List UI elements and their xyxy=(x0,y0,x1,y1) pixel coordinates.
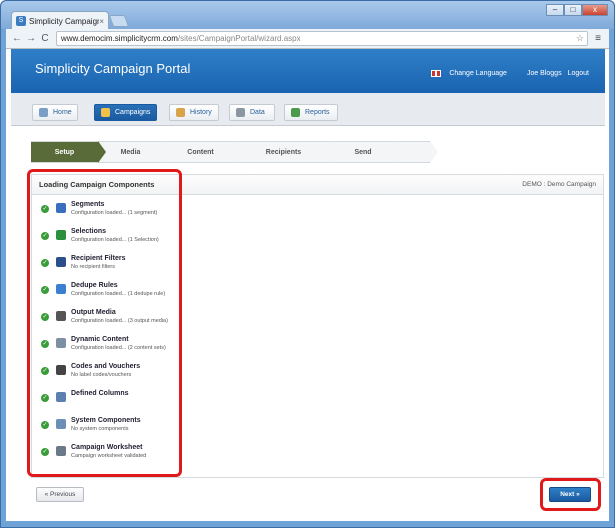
nav-tab-reports[interactable]: Reports xyxy=(284,104,338,121)
previous-button[interactable]: « Previous xyxy=(36,487,84,502)
new-tab-button[interactable] xyxy=(108,15,130,27)
home-icon xyxy=(39,108,48,117)
browser-toolbar: ← → C www.democim.simplicitycrm.com /sit… xyxy=(6,29,609,49)
app-header: Simplicity Campaign Portal Change Langua… xyxy=(11,49,605,93)
reports-icon xyxy=(291,108,300,117)
maximize-button[interactable]: □ xyxy=(564,4,582,16)
close-button[interactable]: x xyxy=(582,4,608,16)
browser-menu-icon[interactable]: ≡ xyxy=(591,33,605,44)
logout-link[interactable]: Logout xyxy=(568,70,589,77)
bookmark-star-icon[interactable]: ☆ xyxy=(576,33,584,44)
user-name[interactable]: Joe Bloggs xyxy=(527,70,562,77)
step-recipients[interactable]: Recipients xyxy=(238,141,337,163)
history-icon xyxy=(176,108,185,117)
nav-tab-data[interactable]: Data xyxy=(229,104,275,121)
header-links: Change Language Joe Bloggs Logout xyxy=(431,70,589,77)
url-path: /sites/CampaignPortal/wizard.aspx xyxy=(177,34,301,43)
uk-flag-icon xyxy=(431,70,442,77)
campaign-context: DEMO : Demo Campaign xyxy=(522,181,596,188)
step-media[interactable]: Media xyxy=(98,141,171,163)
campaigns-icon xyxy=(101,108,110,117)
step-setup[interactable]: Setup xyxy=(31,141,106,163)
favicon-icon: S xyxy=(16,16,26,26)
component-list-highlight xyxy=(27,169,182,477)
data-icon xyxy=(236,108,245,117)
nav-tab-label: Home xyxy=(53,109,72,116)
minimize-button[interactable]: – xyxy=(546,4,564,16)
nav-tab-label: History xyxy=(190,109,212,116)
tab-close-icon[interactable]: × xyxy=(99,17,104,26)
nav-tab-home[interactable]: Home xyxy=(32,104,78,121)
window-controls: – □ x xyxy=(546,4,608,16)
step-content[interactable]: Content xyxy=(163,141,246,163)
browser-window: S Simplicity Campaign Port × – □ x ← → C… xyxy=(0,0,615,528)
reload-icon[interactable]: C xyxy=(38,33,52,44)
nav-tab-label: Campaigns xyxy=(115,109,151,116)
step-send[interactable]: Send xyxy=(329,141,405,163)
nav-tab-label: Data xyxy=(250,109,265,116)
address-bar[interactable]: www.democim.simplicitycrm.com /sites/Cam… xyxy=(56,31,588,46)
app-title: Simplicity Campaign Portal xyxy=(35,61,191,76)
tab-title: Simplicity Campaign Port xyxy=(29,16,100,26)
title-bar: S Simplicity Campaign Port × – □ x xyxy=(1,1,614,30)
back-icon[interactable]: ← xyxy=(10,33,24,44)
nav-tab-history[interactable]: History xyxy=(169,104,219,121)
browser-tab[interactable]: S Simplicity Campaign Port × xyxy=(11,11,109,30)
nav-tab-campaigns[interactable]: Campaigns xyxy=(94,104,157,121)
main-nav: Home Campaigns History Data Reports xyxy=(11,93,605,126)
forward-icon[interactable]: → xyxy=(24,33,38,44)
url-host: www.democim.simplicitycrm.com xyxy=(61,34,178,43)
wizard-steps: Setup Media Content Recipients Send xyxy=(31,141,438,163)
nav-tab-label: Reports xyxy=(305,109,330,116)
next-button-highlight xyxy=(540,478,601,511)
change-language-link[interactable]: Change Language xyxy=(449,70,507,77)
page-viewport: Simplicity Campaign Portal Change Langua… xyxy=(6,49,609,521)
